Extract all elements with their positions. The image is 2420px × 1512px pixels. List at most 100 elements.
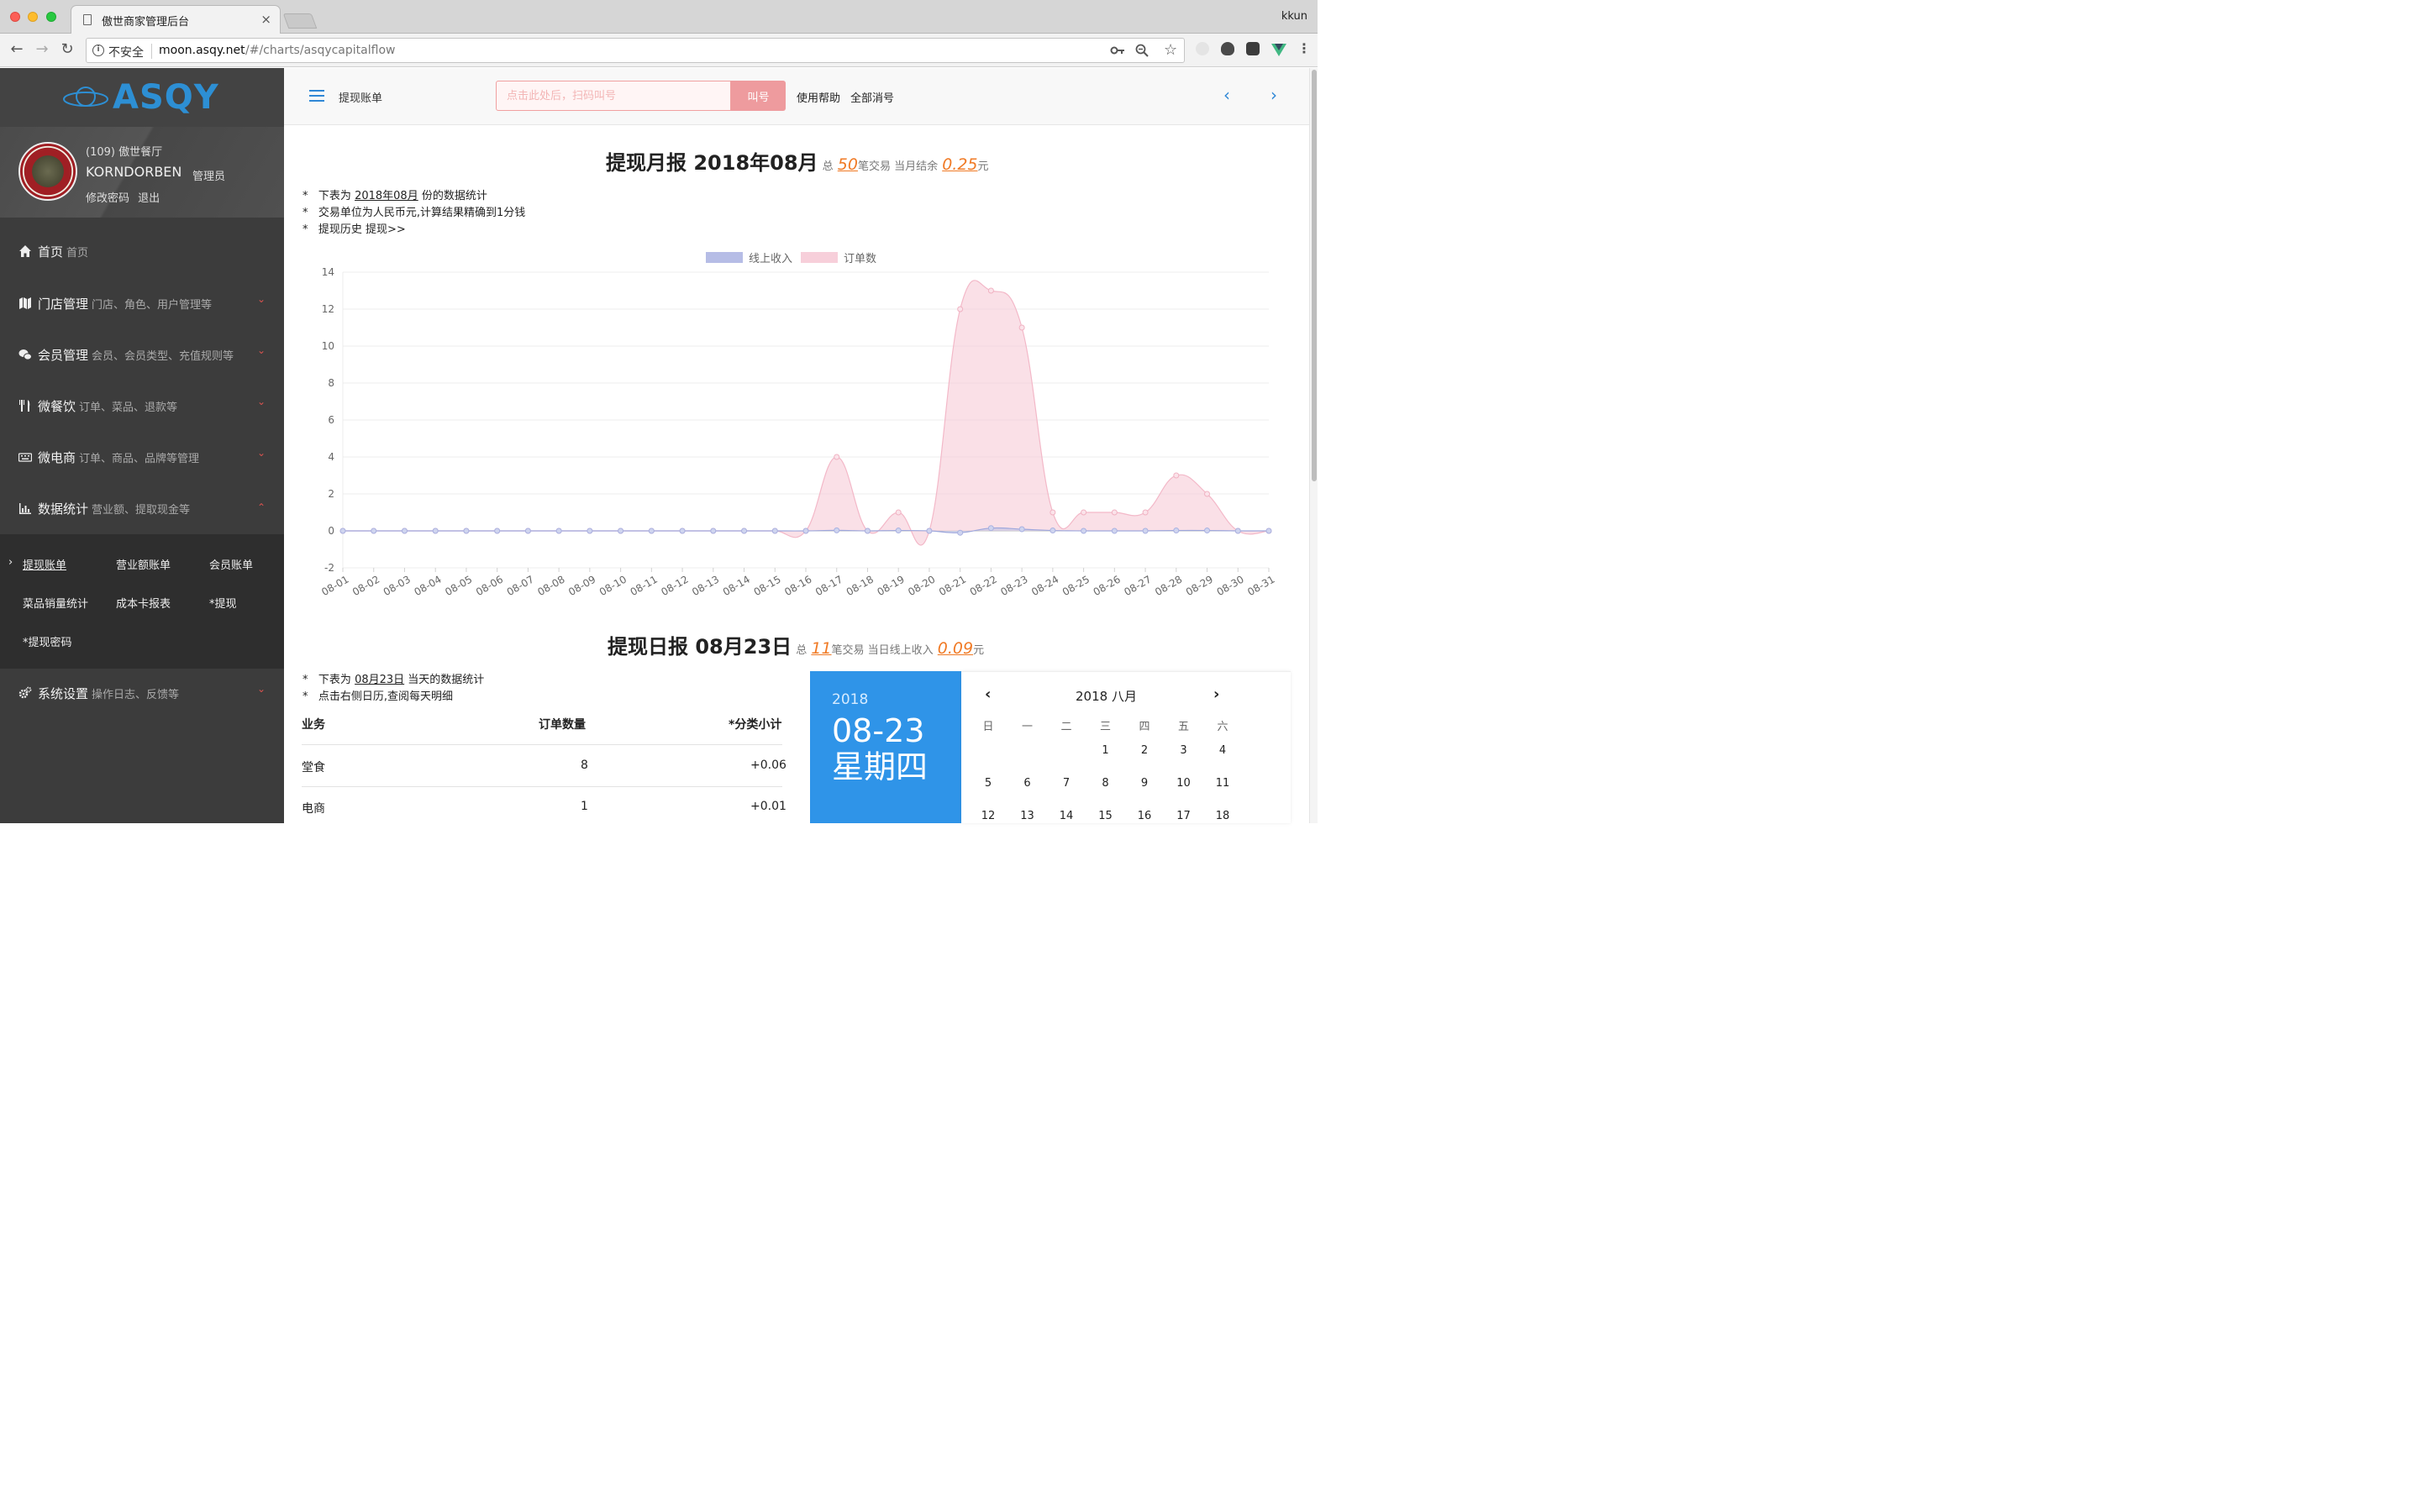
- sidebar-item-statistics[interactable]: 数据统计 营业额、提取现金等 ⌃: [0, 485, 284, 535]
- data-point[interactable]: [1081, 509, 1087, 516]
- calendar-day[interactable]: 6: [1015, 777, 1040, 790]
- maximize-window-button[interactable]: [46, 12, 56, 22]
- data-point[interactable]: [926, 528, 933, 534]
- calendar-day[interactable]: 4: [1210, 744, 1235, 757]
- data-point[interactable]: [1050, 509, 1056, 516]
- sidebar-item-stores[interactable]: 门店管理 门店、角色、用户管理等 ⌄: [0, 280, 284, 330]
- legend-label[interactable]: 订单数: [844, 253, 876, 265]
- chevron-right-icon[interactable]: ›: [1270, 85, 1277, 105]
- data-point[interactable]: [802, 528, 809, 534]
- data-point[interactable]: [371, 528, 377, 534]
- data-point[interactable]: [679, 528, 686, 534]
- extension-1-icon[interactable]: [1196, 42, 1209, 55]
- sidebar-item-home[interactable]: 首页 首页: [0, 228, 284, 278]
- pocket-icon[interactable]: [1246, 42, 1260, 55]
- data-point[interactable]: [524, 528, 531, 534]
- address-bar[interactable]: i 不安全 moon.asqy.net /#/charts/asqycapita…: [86, 38, 1185, 63]
- submenu-revenue-bill[interactable]: 营业额账单: [116, 556, 171, 572]
- data-point[interactable]: [1018, 324, 1025, 331]
- chevron-left-icon[interactable]: ‹: [1223, 85, 1230, 105]
- calendar-day[interactable]: 13: [1015, 810, 1040, 822]
- close-window-button[interactable]: [10, 12, 20, 22]
- data-point[interactable]: [957, 306, 964, 312]
- new-tab-button[interactable]: [282, 13, 318, 29]
- month-link[interactable]: 2018年08月: [355, 190, 418, 202]
- vue-devtools-icon[interactable]: [1271, 44, 1286, 56]
- data-point[interactable]: [741, 528, 748, 534]
- submenu-withdraw[interactable]: *提现: [209, 595, 237, 611]
- data-point[interactable]: [834, 527, 840, 533]
- data-point[interactable]: [1204, 491, 1211, 497]
- calendar-day[interactable]: 17: [1171, 810, 1197, 822]
- legend-label[interactable]: 线上收入: [749, 253, 792, 265]
- call-number-input[interactable]: [496, 81, 731, 111]
- data-point[interactable]: [771, 528, 778, 534]
- reload-icon[interactable]: ↻: [57, 40, 77, 58]
- data-point[interactable]: [895, 509, 902, 516]
- hamburger-menu-icon[interactable]: [309, 90, 324, 105]
- data-point[interactable]: [710, 528, 717, 534]
- change-password-link[interactable]: 修改密码: [86, 192, 129, 205]
- submenu-dish-sales[interactable]: 菜品销量统计: [23, 595, 88, 611]
- data-point[interactable]: [1173, 528, 1180, 534]
- calendar-day[interactable]: 5: [976, 777, 1001, 790]
- call-number-button[interactable]: 叫号: [731, 81, 786, 111]
- logout-link[interactable]: 退出: [138, 192, 160, 205]
- calendar-day[interactable]: 8: [1093, 777, 1118, 790]
- data-point[interactable]: [834, 454, 840, 460]
- submenu-member-bill[interactable]: 会员账单: [209, 556, 253, 572]
- tab-close-icon[interactable]: ×: [260, 12, 271, 27]
- legend-swatch[interactable]: [706, 252, 743, 263]
- data-point[interactable]: [463, 528, 470, 534]
- sidebar-item-dining[interactable]: 微餐饮 订单、菜品、退款等 ⌄: [0, 382, 284, 433]
- browser-tab-active[interactable]: 傲世商家管理后台 ×: [71, 5, 281, 34]
- data-point[interactable]: [1234, 528, 1241, 534]
- sidebar-item-ecommerce[interactable]: 微电商 订单、商品、品牌等管理 ⌄: [0, 433, 284, 484]
- back-arrow-icon[interactable]: ←: [7, 40, 27, 58]
- day-link[interactable]: 08月23日: [355, 674, 404, 686]
- data-point[interactable]: [1142, 528, 1149, 534]
- clear-all-link[interactable]: 全部消号: [850, 89, 894, 105]
- forward-arrow-icon[interactable]: →: [32, 40, 52, 58]
- calendar-day[interactable]: 10: [1171, 777, 1197, 790]
- data-point[interactable]: [1050, 528, 1056, 534]
- avatar[interactable]: [18, 142, 77, 201]
- info-icon[interactable]: i: [92, 45, 104, 56]
- data-point[interactable]: [494, 528, 501, 534]
- calendar-day[interactable]: 2: [1132, 744, 1157, 757]
- data-point[interactable]: [432, 528, 439, 534]
- calendar-day[interactable]: 3: [1171, 744, 1197, 757]
- data-point[interactable]: [587, 528, 593, 534]
- calendar-day[interactable]: 16: [1132, 810, 1157, 822]
- data-point[interactable]: [1018, 526, 1025, 533]
- data-point[interactable]: [618, 528, 624, 534]
- minimize-window-button[interactable]: [28, 12, 38, 22]
- submenu-withdraw-password[interactable]: *提现密码: [23, 633, 72, 649]
- calendar-prev-month-icon[interactable]: ‹: [985, 685, 991, 703]
- key-icon[interactable]: [1110, 45, 1125, 56]
- page-scrollbar[interactable]: [1309, 68, 1318, 823]
- data-point[interactable]: [864, 528, 871, 534]
- data-point[interactable]: [1204, 528, 1211, 534]
- withdraw-history-link[interactable]: 提现历史 提现>>: [318, 223, 406, 236]
- zoom-icon[interactable]: [1135, 44, 1149, 57]
- data-point[interactable]: [1081, 528, 1087, 534]
- scrollbar-thumb[interactable]: [1312, 70, 1317, 481]
- data-point[interactable]: [648, 528, 655, 534]
- sidebar-item-members[interactable]: 会员管理 会员、会员类型、充值规则等 ⌄: [0, 331, 284, 381]
- data-point[interactable]: [339, 528, 346, 534]
- profile-name[interactable]: kkun: [1281, 10, 1307, 23]
- data-point[interactable]: [555, 528, 562, 534]
- logo-text[interactable]: ASQY: [113, 78, 219, 117]
- bookmark-star-icon[interactable]: ☆: [1164, 41, 1177, 59]
- data-point[interactable]: [987, 287, 994, 294]
- calendar-day[interactable]: 18: [1210, 810, 1235, 822]
- legend-swatch[interactable]: [801, 252, 838, 263]
- calendar-next-month-icon[interactable]: ›: [1213, 685, 1219, 703]
- data-point[interactable]: [1111, 509, 1118, 516]
- calendar-day[interactable]: 15: [1093, 810, 1118, 822]
- data-point[interactable]: [1173, 472, 1180, 479]
- data-point[interactable]: [1265, 528, 1272, 534]
- calendar-day[interactable]: 7: [1054, 777, 1079, 790]
- help-link[interactable]: 使用帮助: [797, 89, 840, 105]
